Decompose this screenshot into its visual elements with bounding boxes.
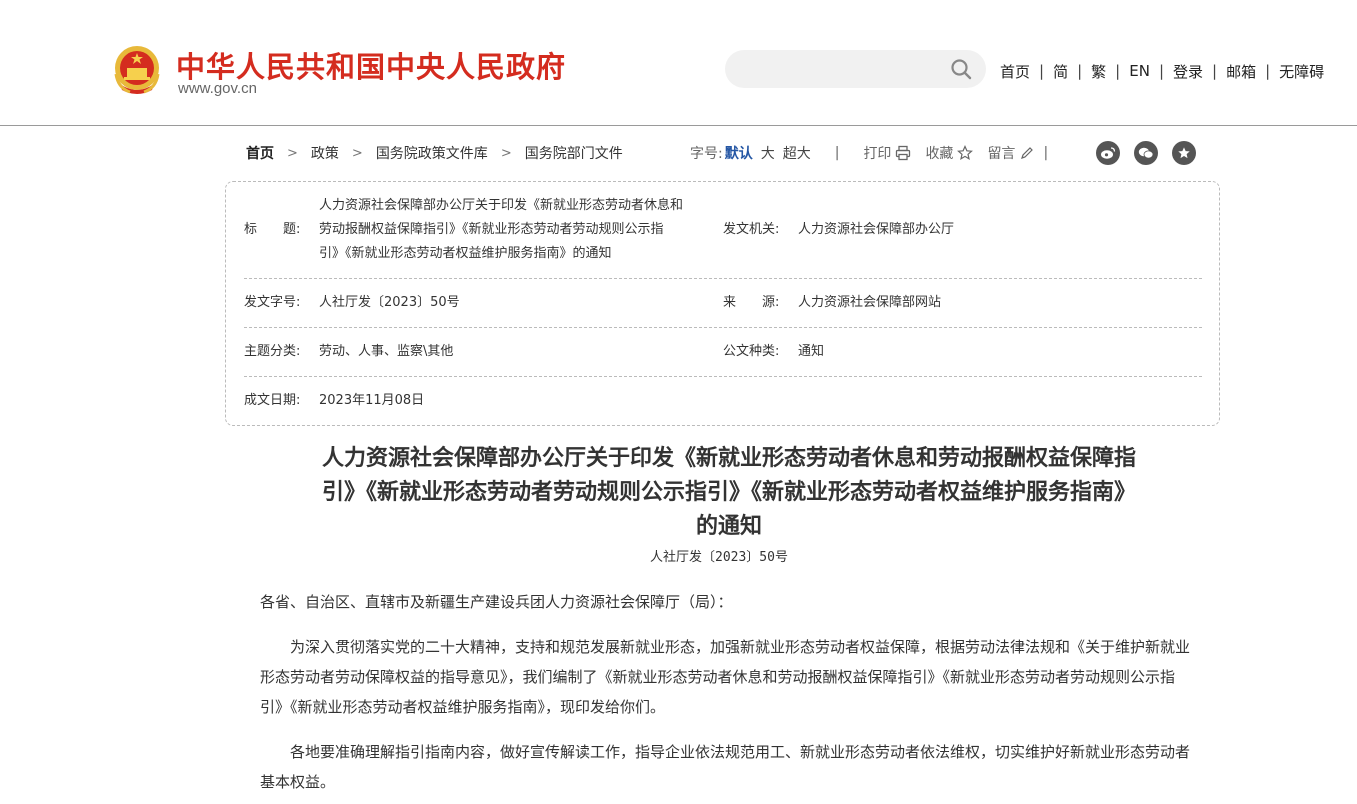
info-topic-label: 主题分类: (244, 344, 301, 359)
info-date-label: 成文日期: (244, 393, 301, 408)
favorite-button[interactable]: 收藏 (925, 143, 953, 163)
nav-accessibility[interactable]: 无障碍 (1279, 61, 1324, 82)
nav-separator: | (1265, 62, 1271, 80)
pencil-icon[interactable] (1019, 145, 1035, 161)
breadcrumb: 首页 > 政策 > 国务院政策文件库 > 国务院部门文件 (246, 143, 623, 163)
article-paragraph-2: 各地要准确理解指引指南内容，做好宣传解读工作，指导企业依法规范用工、新就业形态劳… (260, 743, 1191, 791)
breadcrumb-home[interactable]: 首页 (246, 143, 274, 163)
article-doc-number: 人社厅发〔2023〕50号 (650, 550, 788, 565)
nav-home[interactable]: 首页 (1000, 61, 1030, 82)
tool-separator: | (1043, 145, 1049, 161)
search-input[interactable] (725, 50, 945, 88)
info-title-line-1: 人力资源社会保障部办公厅关于印发《新就业形态劳动者休息和 (319, 198, 684, 213)
search-icon[interactable] (950, 58, 972, 80)
site-header: 中华人民共和国中央人民政府 www.gov.cn 首页 | 简 | 繁 | EN… (0, 0, 1357, 126)
chevron-right-icon: > (351, 145, 363, 161)
article-title: 人力资源社会保障部办公厅关于印发《新就业形态劳动者休息和劳动报酬权益保障指 引》… (250, 441, 1208, 543)
nav-separator: | (1039, 62, 1045, 80)
info-title-line-3: 引》《新就业形态劳动者权益维护服务指南》的通知 (319, 246, 612, 261)
document-info-box: 标 题: 人力资源社会保障部办公厅关于印发《新就业形态劳动者休息和 劳动报酬权益… (225, 181, 1220, 426)
info-type: 通知 (798, 344, 825, 359)
font-size-label: 字号: (690, 146, 723, 162)
top-nav: 首页 | 简 | 繁 | EN | 登录 | 邮箱 | 无障碍 (1000, 60, 1324, 82)
article-title-line-1: 人力资源社会保障部办公厅关于印发《新就业形态劳动者休息和劳动报酬权益保障指 (321, 445, 1136, 471)
font-size-xlarge[interactable]: 超大 (783, 143, 811, 163)
info-docno: 人社厅发〔2023〕50号 (319, 295, 460, 310)
info-issuer-label: 发文机关: (723, 222, 780, 237)
breadcrumb-dept-docs[interactable]: 国务院部门文件 (525, 143, 623, 163)
info-issuer: 人力资源社会保障部办公厅 (798, 222, 955, 237)
nav-simplified[interactable]: 简 (1053, 61, 1068, 82)
nav-separator: | (1115, 62, 1121, 80)
tool-separator: | (834, 145, 840, 161)
info-docno-label: 发文字号: (244, 295, 301, 310)
nav-separator: | (1158, 62, 1164, 80)
article-title-line-3: 的通知 (695, 513, 762, 539)
nav-mailbox[interactable]: 邮箱 (1226, 61, 1256, 82)
printer-icon[interactable] (895, 145, 911, 161)
chevron-right-icon: > (287, 145, 298, 161)
font-size-large[interactable]: 大 (761, 143, 775, 163)
info-row-topic: 主题分类: 劳动、人事、监察\其他 公文种类: 通知 (244, 328, 1202, 377)
nav-separator: | (1077, 62, 1083, 80)
star-icon[interactable] (1172, 141, 1196, 165)
print-button[interactable]: 打印 (863, 143, 891, 163)
info-row-date: 成文日期: 2023年11月08日 (244, 377, 1202, 426)
info-type-label: 公文种类: (723, 344, 780, 359)
info-source: 人力资源社会保障部网站 (798, 295, 942, 310)
comment-button[interactable]: 留言 (987, 143, 1015, 163)
nav-english[interactable]: EN (1129, 62, 1150, 80)
info-row-docno: 发文字号: 人社厅发〔2023〕50号 来 源: 人力资源社会保障部网站 (244, 279, 1202, 328)
article-paragraph-1: 为深入贯彻落实党的二十大精神，支持和规范发展新就业形态，加强新就业形态劳动者权益… (260, 638, 1191, 716)
info-title-line-2: 劳动报酬权益保障指引》《新就业形态劳动者劳动规则公示指 (319, 222, 664, 237)
info-title-label: 标 题: (244, 222, 301, 237)
chevron-right-icon: > (500, 145, 512, 161)
wechat-icon[interactable] (1134, 141, 1158, 165)
info-row-title: 标 题: 人力资源社会保障部办公厅关于印发《新就业形态劳动者休息和 劳动报酬权益… (244, 182, 1202, 279)
info-date: 2023年11月08日 (319, 393, 425, 408)
article-title-line-2: 引》《新就业形态劳动者劳动规则公示指引》《新就业形态劳动者权益维护服务指南》 (321, 479, 1136, 505)
info-topic: 劳动、人事、监察\其他 (319, 344, 454, 359)
nav-traditional[interactable]: 繁 (1091, 61, 1106, 82)
search-box (725, 50, 986, 88)
info-source-label: 来 源: (723, 295, 780, 310)
national-emblem-icon[interactable] (112, 44, 162, 98)
breadcrumb-policy[interactable]: 政策 (311, 143, 339, 163)
nav-login[interactable]: 登录 (1173, 61, 1203, 82)
breadcrumb-policy-library[interactable]: 国务院政策文件库 (376, 143, 488, 163)
article-salutation: 各省、自治区、直辖市及新疆生产建设兵团人力资源社会保障厅（局）： (260, 593, 733, 611)
star-outline-icon[interactable] (957, 145, 974, 161)
nav-separator: | (1212, 62, 1218, 80)
font-size-default[interactable]: 默认 (725, 143, 753, 163)
page-tools: 字号: 默认 大 超大 | 打印 收藏 留言 | (690, 143, 1048, 163)
weibo-icon[interactable] (1096, 141, 1120, 165)
share-bar (1096, 141, 1210, 165)
site-url: www.gov.cn (178, 80, 257, 97)
